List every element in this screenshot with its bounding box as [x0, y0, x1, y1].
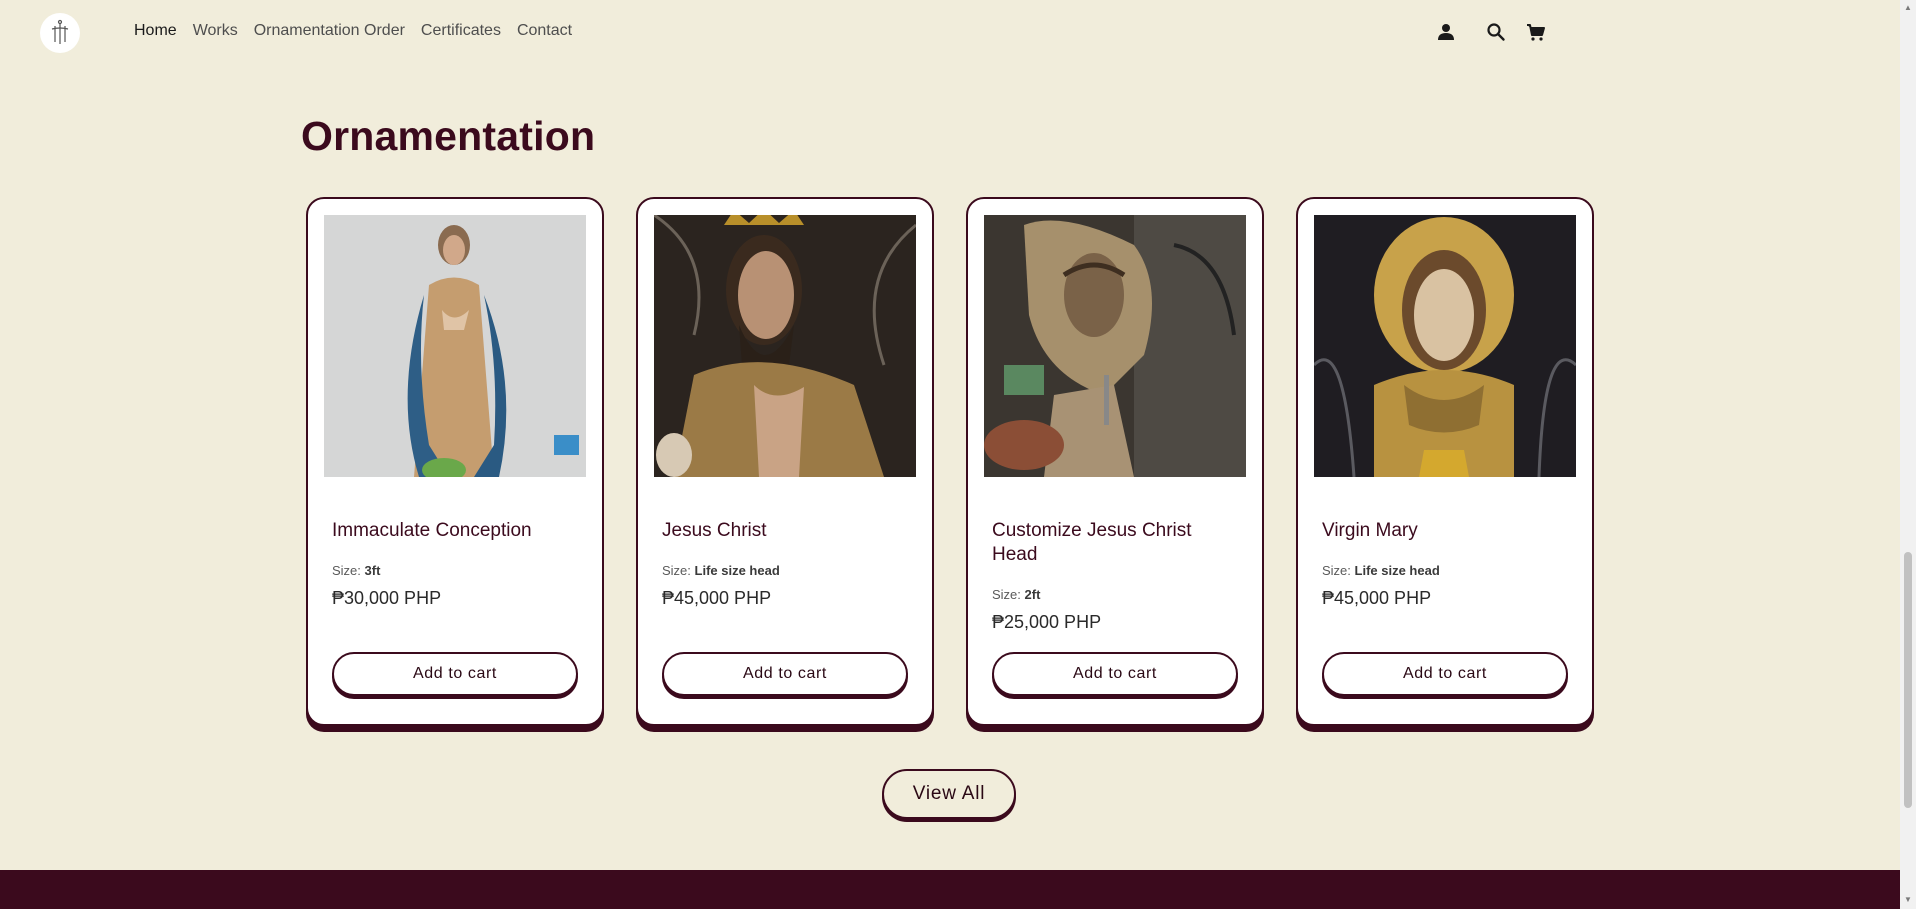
add-to-cart-button[interactable]: Add to cart — [992, 652, 1238, 696]
nav-works[interactable]: Works — [193, 22, 238, 40]
product-card[interactable]: Jesus Christ Size: Life size head ₱45,00… — [636, 197, 934, 726]
nav-home[interactable]: Home — [134, 22, 177, 40]
product-image[interactable] — [1314, 215, 1576, 477]
main-nav: Home Works Ornamentation Order Certifica… — [134, 22, 572, 40]
add-to-cart-button[interactable]: Add to cart — [662, 652, 908, 696]
product-price: ₱45,000 PHP — [1322, 588, 1432, 608]
product-size: Size: 3ft — [332, 563, 381, 578]
cart-icon[interactable] — [1526, 22, 1546, 42]
product-size: Size: 2ft — [992, 587, 1041, 602]
product-card[interactable]: Virgin Mary Size: Life size head ₱45,000… — [1296, 197, 1594, 726]
product-price: ₱45,000 PHP — [662, 588, 772, 608]
scroll-up-icon[interactable]: ▲ — [1904, 4, 1912, 12]
logo-icon — [51, 19, 69, 44]
product-image[interactable] — [324, 215, 586, 477]
logo[interactable] — [40, 13, 80, 53]
product-price: ₱30,000 PHP — [332, 588, 442, 608]
search-icon[interactable] — [1486, 22, 1506, 42]
nav-ornamentation-order[interactable]: Ornamentation Order — [254, 22, 405, 40]
product-price: ₱25,000 PHP — [992, 612, 1102, 632]
product-title[interactable]: Immaculate Conception — [332, 519, 582, 543]
product-title[interactable]: Jesus Christ — [662, 519, 912, 543]
product-size: Size: Life size head — [1322, 563, 1440, 578]
product-card[interactable]: Immaculate Conception Size: 3ft ₱30,000 … — [306, 197, 604, 726]
scroll-down-icon[interactable]: ▼ — [1904, 896, 1912, 904]
add-to-cart-button[interactable]: Add to cart — [332, 652, 578, 696]
scrollbar[interactable]: ▲ ▼ — [1900, 0, 1916, 909]
section-title: Ornamentation — [301, 113, 596, 159]
page: Home Works Ornamentation Order Certifica… — [0, 0, 1916, 909]
view-all-button[interactable]: View All — [882, 769, 1016, 819]
site-header: Home Works Ornamentation Order Certifica… — [0, 0, 1900, 66]
product-title[interactable]: Customize Jesus Christ Head — [992, 519, 1242, 567]
product-card[interactable]: Customize Jesus Christ Head Size: 2ft ₱2… — [966, 197, 1264, 726]
product-image[interactable] — [984, 215, 1246, 477]
add-to-cart-button[interactable]: Add to cart — [1322, 652, 1568, 696]
product-title[interactable]: Virgin Mary — [1322, 519, 1572, 543]
scrollbar-thumb[interactable] — [1904, 552, 1912, 808]
product-image[interactable] — [654, 215, 916, 477]
nav-contact[interactable]: Contact — [517, 22, 572, 40]
product-size: Size: Life size head — [662, 563, 780, 578]
site-footer — [0, 870, 1900, 909]
nav-certificates[interactable]: Certificates — [421, 22, 501, 40]
account-icon[interactable] — [1436, 22, 1456, 42]
